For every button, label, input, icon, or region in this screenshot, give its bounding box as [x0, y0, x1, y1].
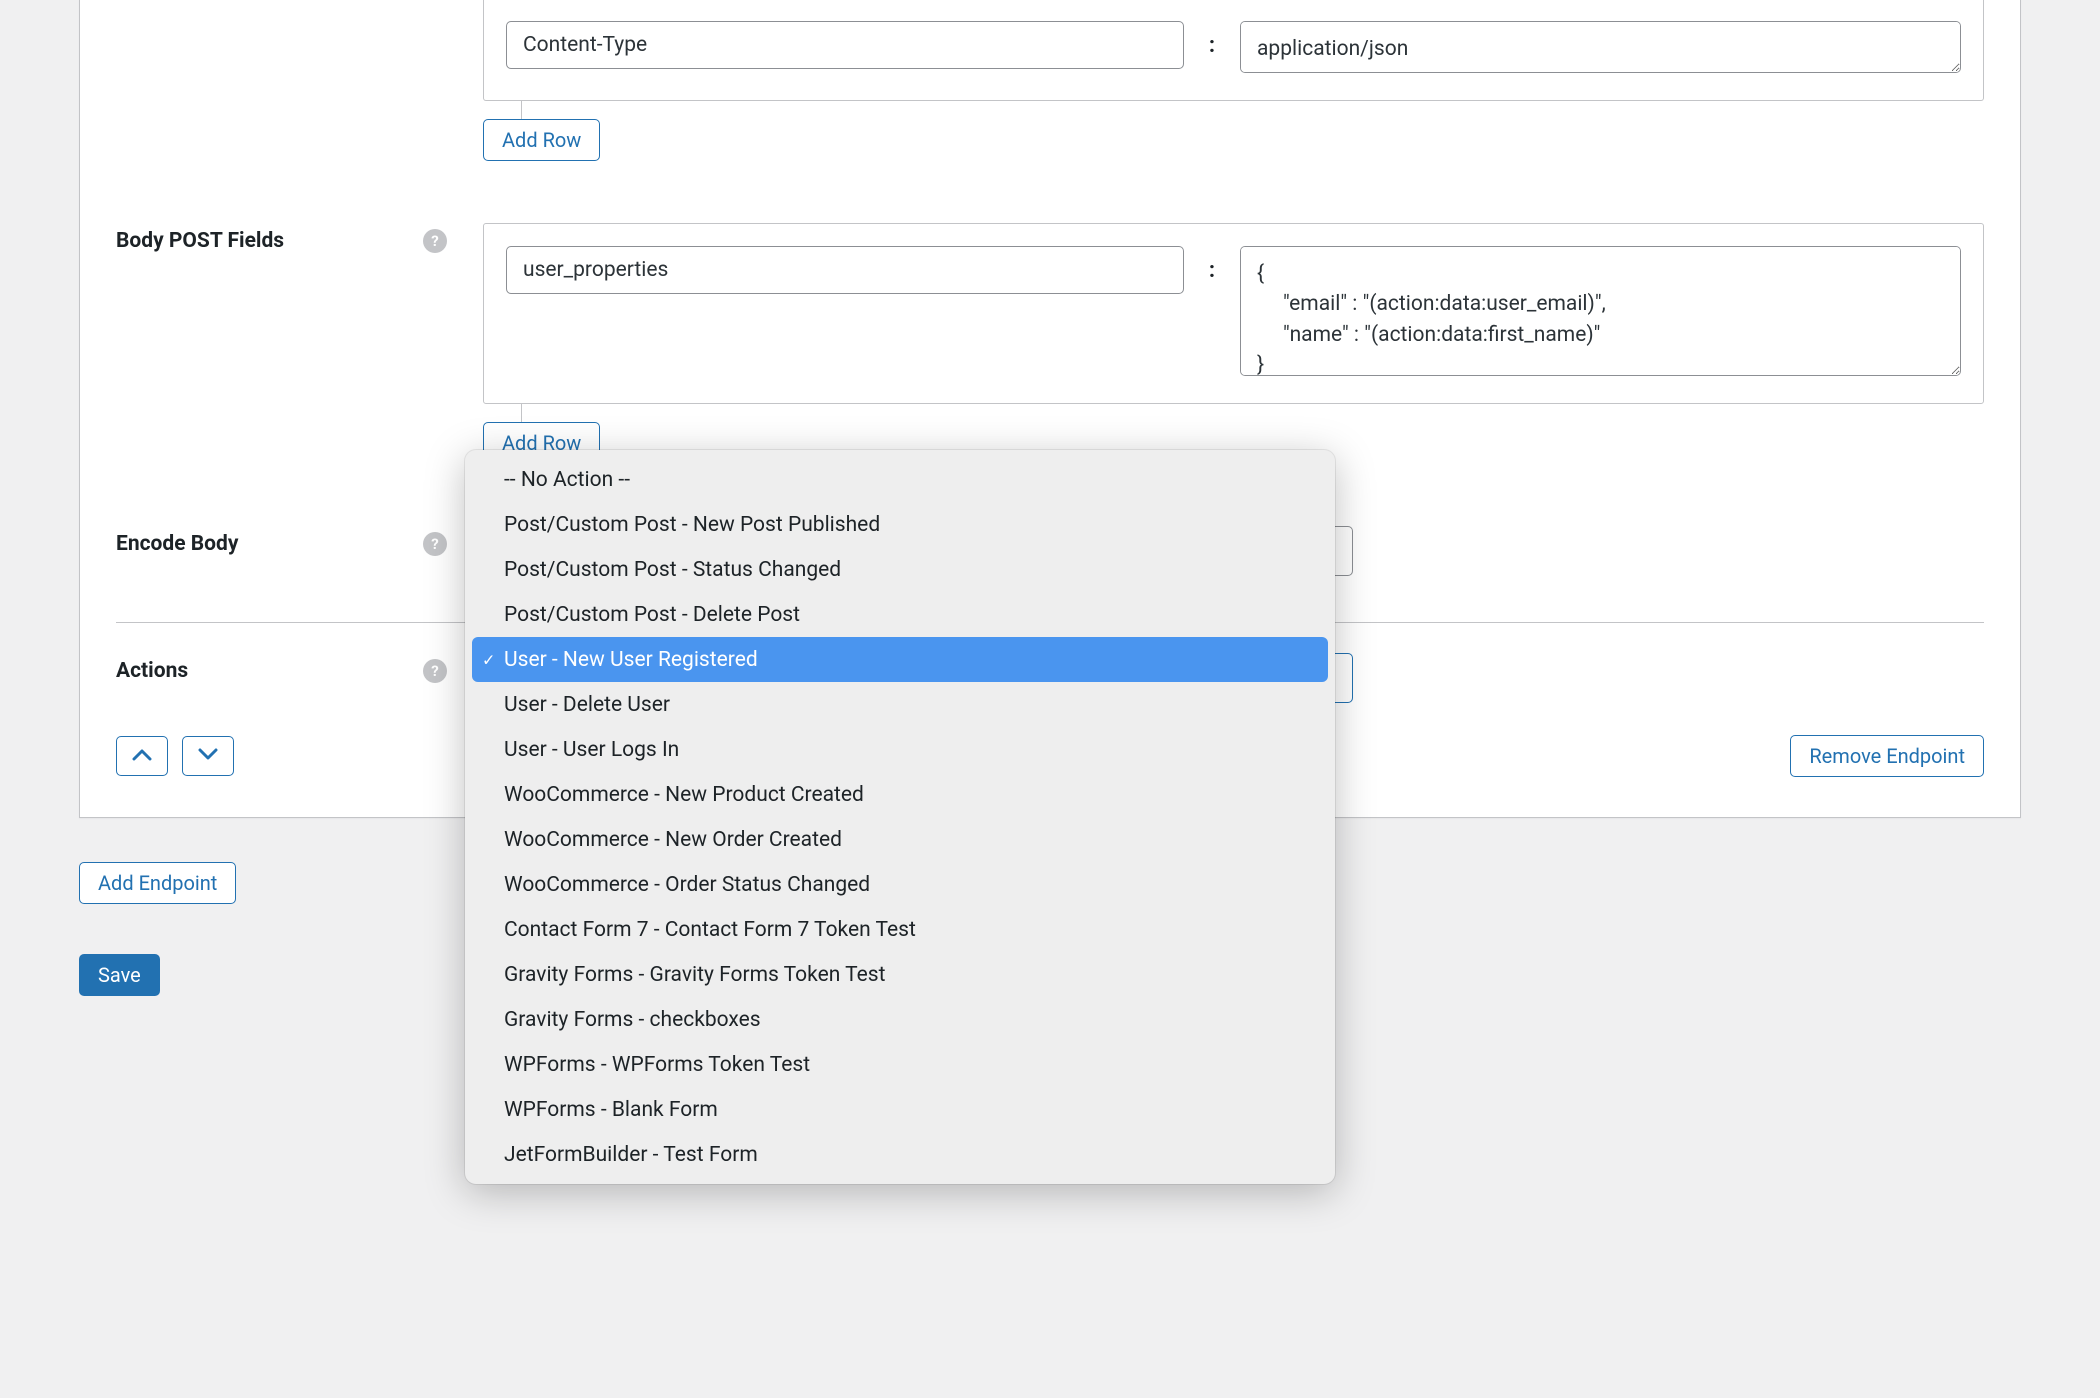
actions-option-label: User - Delete User — [504, 693, 670, 717]
actions-dropdown: -- No Action -- Post/Custom Post - New Po… — [465, 450, 1335, 1184]
body-kv-row: : { "email" : "(action:data:user_email)"… — [506, 246, 1961, 381]
chevron-down-icon — [198, 748, 218, 764]
actions-option[interactable]: Gravity Forms - Gravity Forms Token Test — [472, 952, 1328, 997]
actions-option[interactable]: Contact Form 7 - Contact Form 7 Token Te… — [472, 907, 1328, 952]
actions-option-label: WooCommerce - Order Status Changed — [504, 873, 870, 897]
actions-option[interactable]: ✓ User - New User Registered — [472, 637, 1328, 682]
kv-separator: : — [1184, 21, 1240, 58]
actions-option-label: WooCommerce - New Product Created — [504, 783, 864, 807]
help-icon[interactable]: ? — [423, 532, 447, 556]
actions-option[interactable]: User - Delete User — [472, 682, 1328, 727]
actions-option[interactable]: WPForms - Blank Form — [472, 1087, 1328, 1132]
chevron-up-icon — [132, 748, 152, 764]
check-icon: ✓ — [482, 650, 495, 669]
actions-option-label: User - User Logs In — [504, 738, 679, 762]
actions-label: Actions — [116, 659, 188, 683]
actions-option-label: Post/Custom Post - Status Changed — [504, 558, 841, 582]
actions-option[interactable]: User - User Logs In — [472, 727, 1328, 772]
move-up-button[interactable] — [116, 736, 168, 776]
actions-option-label: JetFormBuilder - Test Form — [504, 1143, 758, 1167]
actions-option-label: WPForms - WPForms Token Test — [504, 1053, 810, 1077]
body-post-fields-row: Body POST Fields ? : { "email" : "(actio… — [116, 207, 1984, 480]
actions-option-label: Gravity Forms - Gravity Forms Token Test — [504, 963, 885, 987]
actions-option[interactable]: Post/Custom Post - New Post Published — [472, 502, 1328, 547]
actions-option[interactable]: WPForms - WPForms Token Test — [472, 1042, 1328, 1087]
add-endpoint-button[interactable]: Add Endpoint — [79, 862, 236, 904]
headers-fields-box: : application/json — [483, 0, 1984, 101]
body-fields-box: : { "email" : "(action:data:user_email)"… — [483, 223, 1984, 404]
actions-option[interactable]: WooCommerce - Order Status Changed — [472, 862, 1328, 907]
body-fields-label: Body POST Fields — [116, 229, 284, 253]
header-value-textarea[interactable]: application/json — [1240, 21, 1961, 73]
actions-option[interactable]: JetFormBuilder - Test Form — [472, 1132, 1328, 1177]
actions-option[interactable]: WooCommerce - New Product Created — [472, 772, 1328, 817]
actions-option-label: Contact Form 7 - Contact Form 7 Token Te… — [504, 918, 916, 942]
header-kv-row: : application/json — [506, 21, 1961, 78]
help-icon[interactable]: ? — [423, 229, 447, 253]
move-down-button[interactable] — [182, 736, 234, 776]
actions-option-label: Post/Custom Post - Delete Post — [504, 603, 800, 627]
actions-option[interactable]: Gravity Forms - checkboxes — [472, 997, 1328, 1042]
body-value-textarea[interactable]: { "email" : "(action:data:user_email)", … — [1240, 246, 1961, 376]
encode-body-label: Encode Body — [116, 532, 238, 556]
actions-option[interactable]: -- No Action -- — [472, 457, 1328, 502]
kv-separator: : — [1184, 246, 1240, 283]
actions-option-label: -- No Action -- — [504, 468, 630, 492]
actions-option-label: WPForms - Blank Form — [504, 1098, 718, 1122]
actions-option[interactable]: WooCommerce - New Order Created — [472, 817, 1328, 862]
actions-option-label: User - New User Registered — [504, 648, 758, 672]
save-button[interactable]: Save — [79, 954, 160, 996]
headers-row: : application/json Add Row — [116, 0, 1984, 177]
actions-option[interactable]: Post/Custom Post - Status Changed — [472, 547, 1328, 592]
actions-option-label: Post/Custom Post - New Post Published — [504, 513, 880, 537]
actions-option-label: WooCommerce - New Order Created — [504, 828, 842, 852]
actions-option-label: Gravity Forms - checkboxes — [504, 1008, 761, 1032]
actions-row: Actions ? -- No Action --Post/Custom Pos… — [116, 623, 1984, 703]
endpoint-panel: : application/json Add Row Body POST Fie… — [79, 0, 2021, 818]
add-header-row-button[interactable]: Add Row — [483, 119, 600, 161]
body-key-input[interactable] — [506, 246, 1184, 294]
help-icon[interactable]: ? — [423, 659, 447, 683]
remove-endpoint-button[interactable]: Remove Endpoint — [1790, 735, 1984, 777]
header-key-input[interactable] — [506, 21, 1184, 69]
actions-option[interactable]: Post/Custom Post - Delete Post — [472, 592, 1328, 637]
